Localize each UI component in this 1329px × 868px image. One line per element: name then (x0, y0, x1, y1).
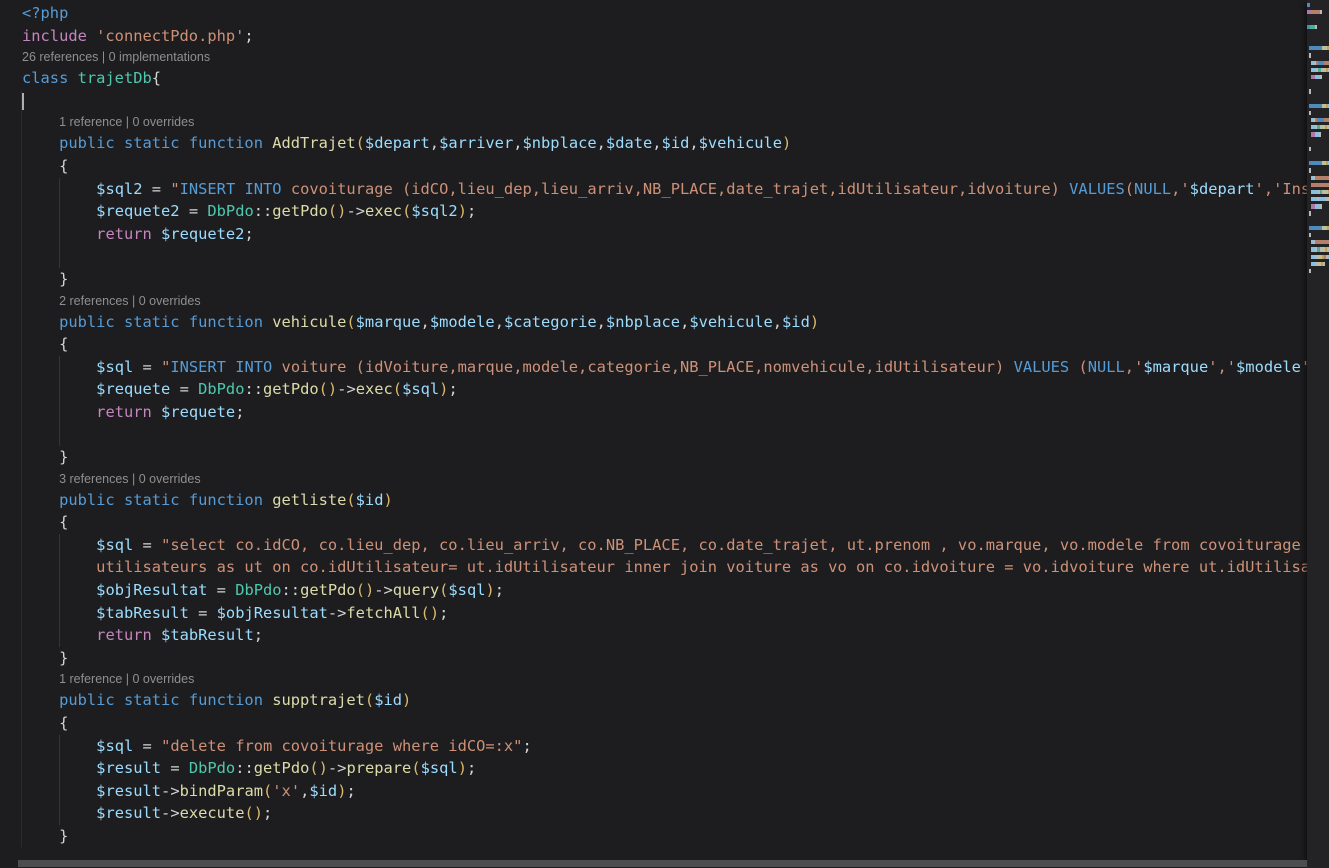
minimap-line (1307, 140, 1329, 144)
minimap-line (1307, 96, 1329, 100)
code-line[interactable]: } (0, 825, 1307, 848)
minimap-line (1307, 190, 1329, 194)
code-line[interactable]: $tabResult = $objResultat->fetchAll(); (0, 602, 1307, 625)
minimap-line (1307, 233, 1329, 237)
code-line[interactable]: { (0, 155, 1307, 178)
code-line[interactable]: { (0, 511, 1307, 534)
code-line[interactable]: $sql = "delete from covoiturage where id… (0, 735, 1307, 758)
minimap-line (1307, 68, 1329, 72)
code-line-blank[interactable] (0, 424, 1307, 447)
minimap-line (1307, 53, 1329, 57)
minimap-line (1307, 3, 1329, 7)
codelens-link[interactable]: 2 references | 0 overrides (0, 291, 1307, 311)
minimap-line (1307, 219, 1329, 223)
minimap-line (1307, 39, 1329, 43)
minimap-line (1307, 61, 1329, 65)
code-line[interactable]: <?php (0, 2, 1307, 25)
minimap-line (1307, 104, 1329, 108)
code-line[interactable]: return $requete; (0, 401, 1307, 424)
minimap-line (1307, 168, 1329, 172)
code-line[interactable]: public static function vehicule($marque,… (0, 311, 1307, 334)
minimap-line (1307, 161, 1329, 165)
code-line-blank[interactable] (0, 245, 1307, 268)
code-line[interactable]: $sql2 = "INSERT INTO covoiturage (idCO,l… (0, 178, 1307, 201)
minimap-line (1307, 183, 1329, 187)
codelens-link[interactable]: 1 reference | 0 overrides (0, 669, 1307, 689)
minimap-line (1307, 255, 1329, 259)
code-line[interactable]: public static function supptrajet($id) (0, 689, 1307, 712)
minimap-line (1307, 211, 1329, 215)
codelens-link[interactable]: 3 references | 0 overrides (0, 469, 1307, 489)
code-line[interactable]: public static function AddTrajet($depart… (0, 132, 1307, 155)
code-area[interactable]: <?phpinclude 'connectPdo.php';26 referen… (0, 0, 1307, 868)
codelens-link[interactable]: 1 reference | 0 overrides (0, 112, 1307, 132)
minimap-line (1307, 111, 1329, 115)
code-line[interactable]: $requete = DbPdo::getPdo()->exec($sql); (0, 378, 1307, 401)
minimap-line (1307, 125, 1329, 129)
minimap-line (1307, 82, 1329, 86)
minimap-line (1307, 240, 1329, 244)
code-line[interactable]: { (0, 712, 1307, 735)
minimap-line (1307, 154, 1329, 158)
code-line-blank[interactable] (0, 90, 1307, 113)
minimap-content (1307, 3, 1329, 273)
text-cursor (22, 93, 24, 110)
code-line[interactable]: $objResultat = DbPdo::getPdo()->query($s… (0, 579, 1307, 602)
code-line[interactable]: { (0, 333, 1307, 356)
code-editor: { "app": { "kind": "code-editor-php-view… (0, 0, 1329, 868)
minimap-line (1307, 10, 1329, 14)
code-line[interactable]: return $requete2; (0, 223, 1307, 246)
code-lines: <?phpinclude 'connectPdo.php';26 referen… (0, 2, 1307, 848)
code-line[interactable]: } (0, 268, 1307, 291)
minimap[interactable] (1307, 0, 1329, 868)
minimap-line (1307, 176, 1329, 180)
code-line[interactable]: $result->execute(); (0, 802, 1307, 825)
minimap-line (1307, 46, 1329, 50)
minimap-line (1307, 25, 1329, 29)
minimap-line (1307, 147, 1329, 151)
minimap-line (1307, 262, 1329, 266)
minimap-line (1307, 17, 1329, 21)
code-line[interactable]: include 'connectPdo.php'; (0, 25, 1307, 48)
code-line[interactable]: $result->bindParam('x',$id); (0, 780, 1307, 803)
code-line[interactable]: $sql = "select co.idCO, co.lieu_dep, co.… (0, 534, 1307, 557)
code-line[interactable]: } (0, 446, 1307, 469)
minimap-line (1307, 269, 1329, 273)
horizontal-scrollbar[interactable] (18, 860, 1307, 867)
minimap-line (1307, 132, 1329, 136)
codelens-link[interactable]: 26 references | 0 implementations (0, 47, 1307, 67)
code-line[interactable]: $sql = "INSERT INTO voiture (idVoiture,m… (0, 356, 1307, 379)
code-line[interactable]: return $tabResult; (0, 624, 1307, 647)
minimap-line (1307, 226, 1329, 230)
minimap-line (1307, 197, 1329, 201)
code-line[interactable]: $result = DbPdo::getPdo()->prepare($sql)… (0, 757, 1307, 780)
minimap-line (1307, 32, 1329, 36)
minimap-line (1307, 89, 1329, 93)
code-line[interactable]: class trajetDb{ (0, 67, 1307, 90)
code-line[interactable]: $requete2 = DbPdo::getPdo()->exec($sql2)… (0, 200, 1307, 223)
code-line[interactable]: utilisateurs as ut on co.idUtilisateur= … (0, 556, 1307, 579)
minimap-line (1307, 118, 1329, 122)
code-line[interactable]: public static function getliste($id) (0, 489, 1307, 512)
minimap-line (1307, 247, 1329, 251)
code-line[interactable]: } (0, 647, 1307, 670)
minimap-line (1307, 204, 1329, 208)
minimap-line (1307, 75, 1329, 79)
